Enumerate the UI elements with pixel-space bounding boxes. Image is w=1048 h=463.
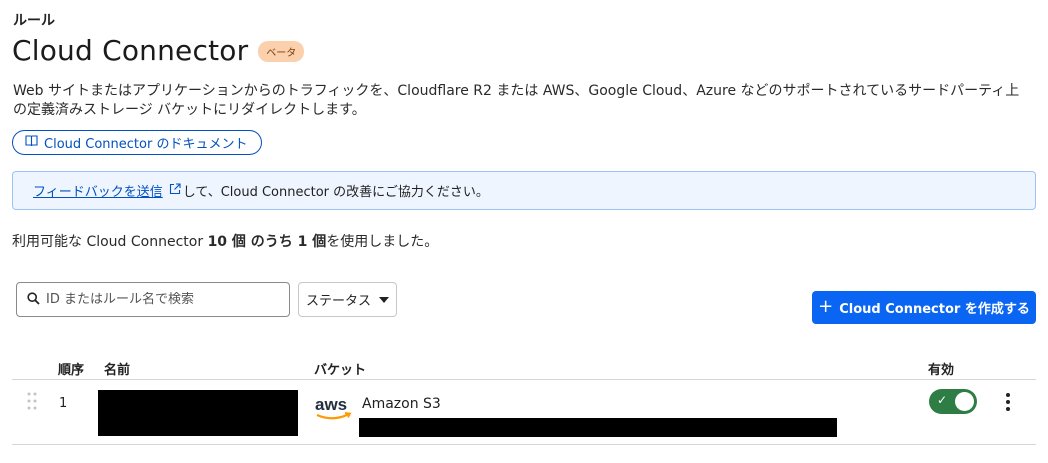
table-header: 順序 名前 バケット 有効 (12, 354, 1036, 380)
search-input[interactable] (46, 292, 266, 307)
feedback-link[interactable]: フィードバックを送信 (33, 181, 163, 200)
usage-suffix: を使用しました。 (326, 234, 439, 250)
toggle-knob (955, 392, 974, 411)
usage-used: 1 個 (297, 234, 327, 250)
table-row: 1 aws Amazon S3 ✓ (12, 381, 1036, 445)
column-header-bucket: バケット (314, 363, 367, 378)
documentation-link[interactable]: Cloud Connector のドキュメント (12, 130, 263, 155)
column-header-name: 名前 (104, 363, 131, 378)
enabled-toggle[interactable]: ✓ (929, 389, 977, 414)
more-options-icon[interactable] (1002, 391, 1014, 413)
title-row: Cloud Connector ベータ (12, 34, 305, 67)
redacted-bucket-name (359, 418, 837, 437)
documentation-link-label: Cloud Connector のドキュメント (44, 137, 248, 152)
external-link-icon (169, 182, 181, 199)
feedback-banner: フィードバックを送信 して、Cloud Connector の改善にご協力くださ… (12, 171, 1036, 210)
beta-badge: ベータ (258, 41, 305, 62)
status-filter-dropdown[interactable]: ステータス (298, 282, 397, 317)
aws-logo-icon: aws (314, 394, 354, 422)
usage-total: 10 個 (207, 234, 246, 250)
create-button-label: Cloud Connector を作成する (839, 302, 1030, 317)
row-order: 1 (59, 396, 68, 411)
column-header-order: 順序 (58, 363, 85, 378)
redacted-rule-name (98, 390, 298, 436)
page-title: Cloud Connector (12, 34, 249, 67)
search-icon (27, 290, 40, 309)
plus-icon: + (818, 295, 834, 317)
usage-middle: のうち (245, 234, 298, 250)
status-filter-label: ステータス (305, 294, 371, 309)
svg-text:aws: aws (315, 395, 347, 414)
feedback-text: して、Cloud Connector の改善にご協力ください。 (182, 185, 489, 200)
page-description: Web サイトまたはアプリケーションからのトラフィックを、Cloudflare … (13, 83, 1020, 118)
check-icon: ✓ (937, 393, 948, 407)
create-cloud-connector-button[interactable]: + Cloud Connector を作成する (812, 291, 1036, 324)
breadcrumb: ルール (13, 13, 55, 29)
column-header-enabled: 有効 (928, 363, 955, 378)
caret-down-icon (379, 292, 389, 307)
drag-handle-icon[interactable] (26, 391, 38, 411)
usage-summary: 利用可能な Cloud Connector 10 個 のうち 1 個を使用しまし… (12, 231, 438, 251)
usage-prefix: 利用可能な Cloud Connector (12, 234, 208, 250)
bucket-provider: Amazon S3 (362, 396, 441, 412)
search-box[interactable] (16, 282, 290, 317)
book-icon (25, 134, 38, 151)
